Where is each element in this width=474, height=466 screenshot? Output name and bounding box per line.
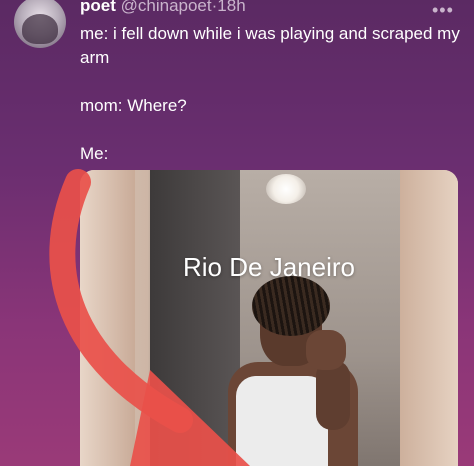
tweet-media-image[interactable]: Rio De Janeiro [80, 170, 458, 466]
timestamp[interactable]: 18h [217, 0, 245, 15]
photo-wall-panel [80, 170, 135, 466]
user-handle[interactable]: @chinapoet [121, 0, 212, 15]
photo-person-fist [306, 330, 346, 370]
photo-tank-top [236, 376, 328, 466]
display-name[interactable]: poet [80, 0, 116, 15]
tweet-header: poet @chinapoet·18h [80, 0, 246, 16]
photo-door [150, 170, 240, 466]
photo-wall-panel-right [400, 170, 458, 466]
tweet-line-1: me: i fell down while i was playing and … [80, 24, 460, 67]
tweet-text: me: i fell down while i was playing and … [80, 22, 460, 166]
photo-person-hair [252, 276, 330, 336]
tweet-line-3: Me: [80, 144, 109, 163]
tweet-line-2: mom: Where? [80, 96, 187, 115]
ellipsis-icon[interactable]: ••• [432, 0, 454, 21]
photo-person-arm [316, 360, 350, 430]
avatar[interactable] [14, 0, 66, 48]
media-overlay-text: Rio De Janeiro [183, 252, 355, 282]
photo-ceiling-light [266, 174, 306, 204]
